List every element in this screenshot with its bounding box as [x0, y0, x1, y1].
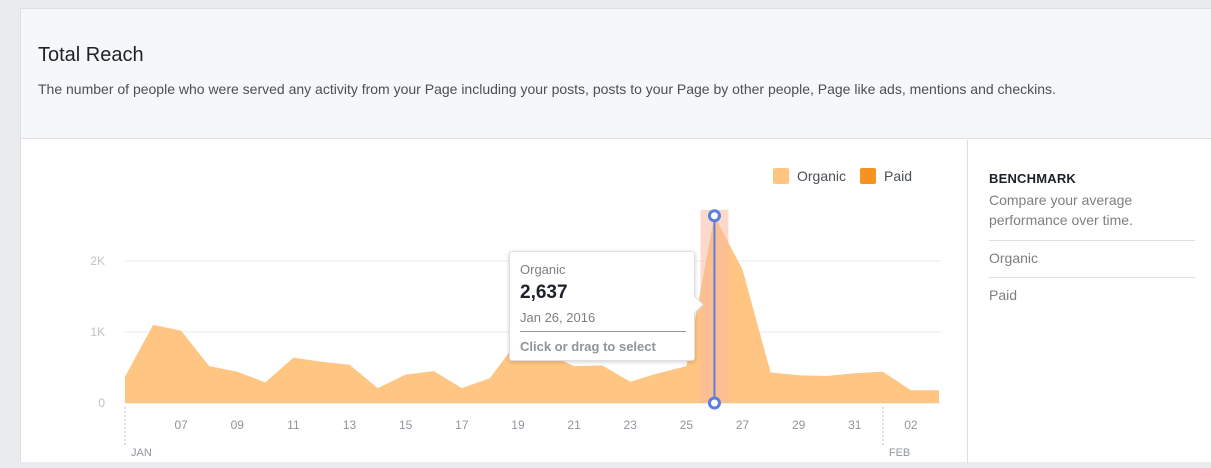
y-tick-label: 1K [90, 325, 105, 339]
card-title: Total Reach [38, 44, 144, 66]
total-reach-card: Total Reach The number of people who wer… [20, 8, 1211, 463]
card-description: The number of people who were served any… [38, 81, 1056, 97]
x-tick-label: 27 [736, 418, 750, 432]
chart-area[interactable]: 0 1K 2K 07 09 11 13 15 17 19 21 23 25 27 29 31 02 JAN FEB … [21, 140, 966, 463]
y-tick-label: 2K [90, 254, 105, 268]
x-tick-label: 21 [567, 418, 581, 432]
x-tick-label: 07 [174, 418, 188, 432]
benchmark-panel: BENCHMARK Compare your average performan… [989, 171, 1195, 314]
x-tick-label: 11 [287, 418, 300, 432]
selection-marker-bottom [707, 396, 721, 410]
legend-swatch-organic [773, 168, 789, 184]
benchmark-option-paid[interactable]: Paid [989, 277, 1195, 314]
month-label: JAN [131, 447, 152, 459]
x-tick-label: 25 [680, 418, 694, 432]
tooltip-divider [520, 331, 686, 332]
x-tick-label: 31 [848, 418, 862, 432]
card-header: Total Reach The number of people who wer… [21, 9, 1211, 139]
x-tick-label: 17 [455, 418, 469, 432]
legend-item-organic[interactable]: Organic [773, 168, 846, 184]
tooltip-series: Organic [520, 262, 566, 277]
legend-label-paid: Paid [884, 168, 913, 184]
tooltip-date: Jan 26, 2016 [520, 310, 596, 325]
benchmark-option-organic[interactable]: Organic [989, 240, 1195, 277]
x-tick-label: 15 [399, 418, 413, 432]
x-tick-label: 13 [343, 418, 357, 432]
tooltip-value: 2,637 [520, 282, 568, 303]
x-tick-label: 19 [511, 418, 525, 432]
selection-marker-top [707, 209, 721, 223]
month-label: FEB [889, 447, 910, 459]
chart-legend: Organic Paid [773, 168, 926, 184]
y-tick-label: 0 [98, 396, 105, 410]
x-tick-label: 23 [624, 418, 638, 432]
benchmark-description: Compare your average performance over ti… [989, 192, 1133, 228]
chart-tooltip: Organic 2,637 Jan 26, 2016 Click or drag… [509, 251, 695, 361]
legend-item-paid[interactable]: Paid [860, 168, 912, 184]
panel-divider [967, 140, 968, 463]
x-tick-label: 29 [792, 418, 806, 432]
legend-swatch-paid [860, 168, 877, 184]
x-tick-label: 09 [231, 418, 245, 432]
tooltip-hint: Click or drag to select [520, 339, 656, 354]
reach-chart[interactable]: 0 1K 2K 07 09 11 13 15 17 19 21 23 25 27 29 31 02 JAN FEB [21, 140, 966, 463]
x-tick-label: 02 [904, 418, 918, 432]
benchmark-title: BENCHMARK [989, 171, 1077, 186]
legend-label-organic: Organic [797, 168, 847, 184]
